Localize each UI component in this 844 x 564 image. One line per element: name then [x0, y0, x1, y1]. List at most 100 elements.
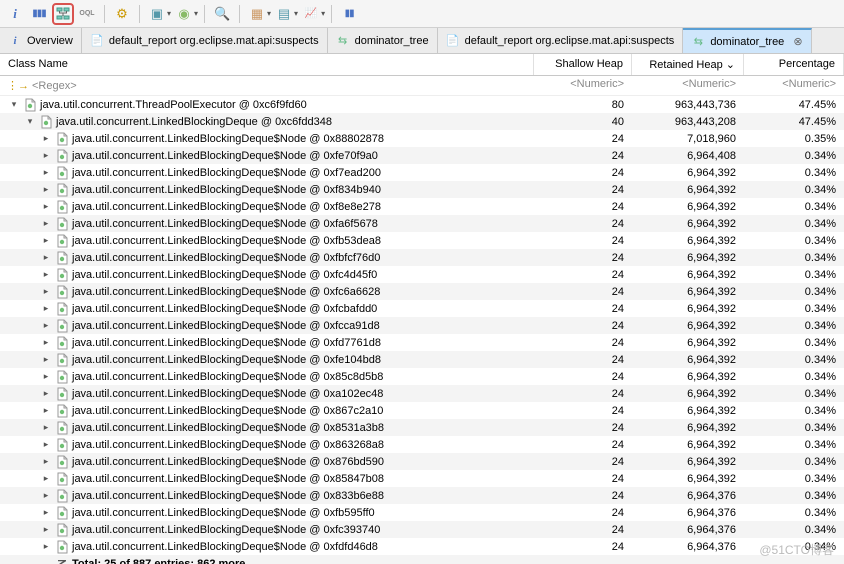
thread-icon[interactable]: ◉ [173, 3, 195, 25]
dropdown-arrow-icon[interactable]: ▾ [294, 9, 298, 18]
expand-icon[interactable]: ▸ [40, 456, 52, 468]
tree-row[interactable]: ▸java.util.concurrent.LinkedBlockingDequ… [0, 215, 844, 232]
cell-retained: 6,964,392 [632, 167, 744, 179]
dominator-tree-icon[interactable] [52, 3, 74, 25]
cell-shallow: 24 [534, 524, 632, 536]
tree-row[interactable]: ▸java.util.concurrent.LinkedBlockingDequ… [0, 504, 844, 521]
dropdown-arrow-icon[interactable]: ▾ [167, 9, 171, 18]
cell-retained: 963,443,208 [632, 116, 744, 128]
tree-row[interactable]: ▸java.util.concurrent.LinkedBlockingDequ… [0, 470, 844, 487]
expand-icon[interactable]: ▸ [40, 439, 52, 451]
filter-regex-cell[interactable]: ⋮→ <Regex> [0, 76, 534, 95]
tree-row[interactable]: ▸java.util.concurrent.LinkedBlockingDequ… [0, 385, 844, 402]
tree-row[interactable]: ▸java.util.concurrent.LinkedBlockingDequ… [0, 334, 844, 351]
tree-row[interactable]: ▸java.util.concurrent.LinkedBlockingDequ… [0, 266, 844, 283]
tree-row[interactable]: ▸java.util.concurrent.LinkedBlockingDequ… [0, 487, 844, 504]
expand-icon[interactable]: ▸ [40, 167, 52, 179]
expand-icon[interactable]: ▸ [40, 388, 52, 400]
tree-row[interactable]: ▸java.util.concurrent.LinkedBlockingDequ… [0, 538, 844, 555]
tree-row[interactable]: ▸java.util.concurrent.LinkedBlockingDequ… [0, 181, 844, 198]
expand-icon[interactable]: ▸ [40, 490, 52, 502]
cell-shallow: 24 [534, 286, 632, 298]
tree-row[interactable]: ▸java.util.concurrent.LinkedBlockingDequ… [0, 453, 844, 470]
search-icon[interactable]: 🔍 [211, 3, 233, 25]
tree-row[interactable]: ▾java.util.concurrent.ThreadPoolExecutor… [0, 96, 844, 113]
expand-icon[interactable]: ▸ [40, 524, 52, 536]
tree-row[interactable]: ▸java.util.concurrent.LinkedBlockingDequ… [0, 198, 844, 215]
expand-icon[interactable]: ▸ [40, 405, 52, 417]
tree-row[interactable]: ▸java.util.concurrent.LinkedBlockingDequ… [0, 351, 844, 368]
cell-percent: 0.34% [744, 235, 844, 247]
expand-icon[interactable]: ▸ [40, 269, 52, 281]
tree-row[interactable]: ▸java.util.concurrent.LinkedBlockingDequ… [0, 130, 844, 147]
column-shallow-heap[interactable]: Shallow Heap [534, 54, 632, 75]
tree-row[interactable]: ▸java.util.concurrent.LinkedBlockingDequ… [0, 300, 844, 317]
histogram-icon[interactable]: ▮▮▮ [28, 3, 50, 25]
expand-icon[interactable]: ▸ [40, 507, 52, 519]
expand-icon[interactable]: ▸ [40, 133, 52, 145]
tree-row[interactable]: ▸java.util.concurrent.LinkedBlockingDequ… [0, 164, 844, 181]
expand-icon[interactable]: ▸ [40, 235, 52, 247]
row-name-cell: ▸java.util.concurrent.LinkedBlockingDequ… [0, 268, 534, 282]
expand-icon[interactable]: ▸ [40, 201, 52, 213]
expand-icon[interactable]: ▸ [40, 286, 52, 298]
row-name-cell: ▸java.util.concurrent.LinkedBlockingDequ… [0, 166, 534, 180]
info-icon[interactable]: i [4, 3, 26, 25]
close-icon[interactable]: ⊗ [793, 35, 802, 48]
expand-icon[interactable]: ▸ [40, 473, 52, 485]
dropdown-arrow-icon[interactable]: ▾ [321, 9, 325, 18]
tree-body[interactable]: ▾java.util.concurrent.ThreadPoolExecutor… [0, 96, 844, 564]
tree-row[interactable]: ▸java.util.concurrent.LinkedBlockingDequ… [0, 317, 844, 334]
tree-row[interactable]: ▸java.util.concurrent.LinkedBlockingDequ… [0, 283, 844, 300]
expand-icon[interactable]: ▸ [40, 422, 52, 434]
column-class-name[interactable]: Class Name [0, 54, 534, 75]
tab-overview[interactable]: iOverview [0, 28, 82, 53]
gear-icon[interactable]: ⚙ [111, 3, 133, 25]
collapse-icon[interactable]: ▾ [8, 99, 20, 111]
row-name-cell: ▸java.util.concurrent.LinkedBlockingDequ… [0, 421, 534, 435]
bar-icon[interactable]: ▮▮ [338, 3, 360, 25]
column-percentage[interactable]: Percentage [744, 54, 844, 75]
expand-icon[interactable]: ▸ [40, 252, 52, 264]
dropdown-arrow-icon[interactable]: ▾ [194, 9, 198, 18]
compare-icon[interactable]: ▣ [146, 3, 168, 25]
tree-row[interactable]: ▸java.util.concurrent.LinkedBlockingDequ… [0, 249, 844, 266]
tab-default_report[interactable]: 📄default_report org.eclipse.mat.api:susp… [82, 28, 328, 53]
tab-default_report[interactable]: 📄default_report org.eclipse.mat.api:susp… [438, 28, 684, 53]
calculate-icon[interactable]: ▤ [273, 3, 295, 25]
tree-row[interactable]: ▸java.util.concurrent.LinkedBlockingDequ… [0, 521, 844, 538]
cell-percent: 0.34% [744, 218, 844, 230]
expand-icon[interactable]: ▸ [40, 541, 52, 553]
total-row[interactable]: Total: 25 of 887 entries; 862 more [0, 555, 844, 564]
cell-percent: 0.34% [744, 439, 844, 451]
tree-row[interactable]: ▸java.util.concurrent.LinkedBlockingDequ… [0, 147, 844, 164]
tab-dominator_tree[interactable]: ⇆dominator_tree [328, 28, 438, 53]
expand-icon[interactable]: ▸ [40, 320, 52, 332]
class-file-icon [55, 183, 69, 197]
expand-icon[interactable]: ▸ [40, 354, 52, 366]
tree-row[interactable]: ▸java.util.concurrent.LinkedBlockingDequ… [0, 419, 844, 436]
tab-dominator_tree[interactable]: ⇆dominator_tree⊗ [683, 28, 811, 53]
filter-shallow[interactable]: <Numeric> [534, 76, 632, 95]
filter-percent[interactable]: <Numeric> [744, 76, 844, 95]
expand-icon[interactable]: ▸ [40, 303, 52, 315]
oql-icon[interactable]: OQL [76, 3, 98, 25]
expand-icon[interactable]: ▸ [40, 184, 52, 196]
tree-row[interactable]: ▸java.util.concurrent.LinkedBlockingDequ… [0, 368, 844, 385]
filter-retained[interactable]: <Numeric> [632, 76, 744, 95]
class-file-icon [55, 540, 69, 554]
expand-icon[interactable]: ▸ [40, 150, 52, 162]
tree-row[interactable]: ▸java.util.concurrent.LinkedBlockingDequ… [0, 402, 844, 419]
group-icon[interactable]: ▦ [246, 3, 268, 25]
expand-icon[interactable]: ▸ [40, 337, 52, 349]
tree-row[interactable]: ▸java.util.concurrent.LinkedBlockingDequ… [0, 232, 844, 249]
column-retained-heap[interactable]: Retained Heap ⌄ [632, 54, 744, 75]
collapse-icon[interactable]: ▾ [24, 116, 36, 128]
expand-icon[interactable]: ▸ [40, 371, 52, 383]
cell-shallow: 24 [534, 507, 632, 519]
expand-icon[interactable]: ▸ [40, 218, 52, 230]
tree-row[interactable]: ▸java.util.concurrent.LinkedBlockingDequ… [0, 436, 844, 453]
chart-icon[interactable]: 📈 [300, 3, 322, 25]
tree-row[interactable]: ▾java.util.concurrent.LinkedBlockingDequ… [0, 113, 844, 130]
dropdown-arrow-icon[interactable]: ▾ [267, 9, 271, 18]
